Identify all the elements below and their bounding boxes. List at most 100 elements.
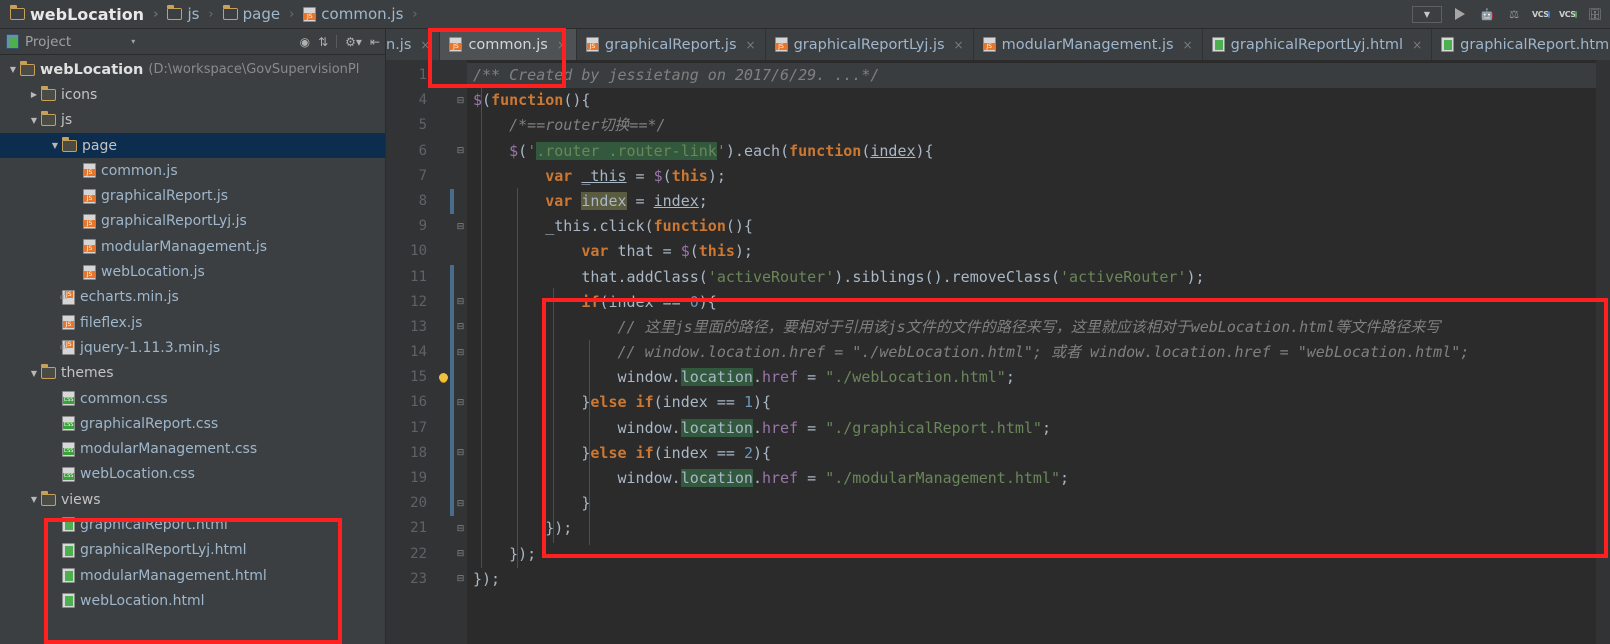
tree-item-jquery-1-11-3-min-js[interactable]: jquery-1.11.3.min.js [0,335,385,360]
chevron-down-icon[interactable]: ▾ [131,37,135,46]
close-icon[interactable]: × [1412,38,1422,52]
code-folding-gutter[interactable]: ⊟ ⊟ ⊟ ⊟ ⊟ ⊟ ⊟ ⊟ ⊟ ⊟ ⊟ ⊟ [454,60,467,644]
breadcrumb-item-page[interactable]: page › [221,5,302,23]
editor-tab-graphicalreportlyj-html[interactable]: graphicalReportLyj.html × [1203,29,1433,60]
intention-gutter[interactable] [436,60,450,644]
tree-item-icons[interactable]: icons [0,82,385,107]
code-line[interactable]: $(function(){ [467,88,1596,113]
code-content[interactable]: /** Created by jessietang on 2017/6/29. … [467,60,1596,644]
code-line[interactable]: /*==router切换==*/ [467,113,1596,138]
tree-item-themes[interactable]: themes [0,361,385,386]
debug-button[interactable]: 🤖 [1478,5,1496,23]
breadcrumb-item-commonjs[interactable]: common.js › [301,5,424,23]
close-icon[interactable]: × [420,38,430,52]
tree-item-page[interactable]: page [0,132,385,159]
collapse-all-icon[interactable]: ⇅ [318,35,328,49]
vcs-history-button[interactable]: 🗄 [1586,5,1604,23]
fold-toggle-icon[interactable]: ⊟ [454,567,467,592]
close-icon[interactable]: × [954,38,964,52]
breadcrumb-item-js[interactable]: js › [165,5,220,23]
fold-toggle-icon[interactable]: ⊟ [454,542,467,567]
editor-tab-graphicalreport-htm[interactable]: graphicalReport.htm [1432,29,1610,60]
code-line[interactable]: }else if(index == 1){ [467,390,1596,415]
tree-item-weblocation[interactable]: webLocation(D:\workspace\GovSupervisionP… [0,57,385,82]
code-line[interactable]: }); [467,567,1596,592]
tree-item-graphicalreportlyj-js[interactable]: graphicalReportLyj.js [0,209,385,234]
hide-panel-icon[interactable]: ⇤ [370,35,380,49]
tree-item-fileflex-js[interactable]: fileflex.js [0,310,385,335]
fold-toggle-icon[interactable]: ⊟ [454,516,467,541]
close-icon[interactable]: × [557,38,567,52]
code-line[interactable]: window.location.href = "./modularManagem… [467,466,1596,491]
tree-item-graphicalreportlyj-html[interactable]: graphicalReportLyj.html [0,538,385,563]
lightbulb-icon[interactable] [436,365,450,390]
tree-item-label: graphicalReportLyj.js [101,213,247,230]
tree-item-echarts-min-js[interactable]: echarts.min.js [0,285,385,310]
tree-item-views[interactable]: views [0,487,385,512]
tree-toggle-down-icon[interactable] [6,65,20,74]
code-line[interactable]: /** Created by jessietang on 2017/6/29. … [467,63,1596,89]
breadcrumb-item-weblocation[interactable]: webLocation › [8,5,165,24]
tree-item-weblocation-html[interactable]: webLocation.html [0,588,385,613]
tree-toggle-down-icon[interactable] [48,141,62,150]
fold-toggle-icon[interactable]: ⊟ [454,88,467,113]
code-line[interactable]: }else if(index == 2){ [467,441,1596,466]
editor-tab-bar[interactable]: n.js×common.js×graphicalReport.js×graphi… [386,29,1610,60]
vcs-commit-button[interactable]: VCS [1559,5,1577,23]
code-line[interactable]: var index = index; [467,189,1596,214]
tree-item-modularmanagement-css[interactable]: modularManagement.css [0,436,385,461]
tree-item-modularmanagement-html[interactable]: modularManagement.html [0,563,385,588]
code-line[interactable]: var _this = $(this); [467,164,1596,189]
code-line[interactable]: window.location.href = "./graphicalRepor… [467,416,1596,441]
code-line[interactable]: $('.router .router-link').each(function(… [467,139,1596,164]
fold-toggle-icon[interactable]: ⊟ [454,340,467,365]
editor-tab-graphicalreportlyj-js[interactable]: graphicalReportLyj.js × [766,29,974,60]
code-token: var [581,242,609,261]
run-button[interactable] [1451,5,1469,23]
code-line[interactable]: window.location.href = "./webLocation.ht… [467,365,1596,390]
code-editor[interactable]: 1 4 5 6 7 8 9 10 11 12 13 14 15 16 17 18 19 20 21 22 23 ⊟ ⊟ ⊟ ⊟… [386,60,1610,644]
fold-toggle-icon[interactable]: ⊟ [454,390,467,415]
vcs-update-button[interactable]: VCS [1532,5,1550,23]
fold-toggle-icon[interactable]: ⊟ [454,214,467,239]
coverage-button[interactable]: ⚖ [1505,5,1523,23]
code-line[interactable]: } [467,491,1596,516]
editor-tab-modularmanagement-js[interactable]: modularManagement.js × [974,29,1203,60]
tree-toggle-down-icon[interactable] [27,369,41,378]
project-tree[interactable]: webLocation(D:\workspace\GovSupervisionP… [0,55,385,644]
code-line[interactable]: // 这里js里面的路径，要相对于引用该js文件的文件的路径来写，这里就应该相对… [467,315,1596,340]
tree-item-js[interactable]: js [0,108,385,133]
fold-toggle-icon[interactable]: ⊟ [454,441,467,466]
fold-toggle-icon[interactable]: ⊟ [454,139,467,164]
tree-item-weblocation-css[interactable]: webLocation.css [0,462,385,487]
tree-item-common-css[interactable]: common.css [0,386,385,411]
close-icon[interactable]: × [1183,38,1193,52]
close-icon[interactable]: × [746,38,756,52]
code-line[interactable]: var that = $(this); [467,239,1596,264]
code-line[interactable]: }); [467,516,1596,541]
fold-toggle-icon[interactable]: ⊟ [454,491,467,516]
tree-item-graphicalreport-html[interactable]: graphicalReport.html [0,512,385,537]
code-line[interactable]: that.addClass('activeRouter').siblings()… [467,265,1596,290]
tree-item-graphicalreport-js[interactable]: graphicalReport.js [0,183,385,208]
editor-tab-common-js[interactable]: common.js × [440,29,577,60]
tree-toggle-down-icon[interactable] [27,495,41,504]
fold-toggle-icon[interactable]: ⊟ [454,290,467,315]
run-configuration-selector[interactable]: ▼ [1412,5,1442,23]
editor-tab-graphicalreport-js[interactable]: graphicalReport.js × [577,29,766,60]
tree-toggle-right-icon[interactable] [27,90,41,99]
editor-tab-n-js[interactable]: n.js × [386,29,441,60]
code-line[interactable]: if(index == 0){ [467,290,1596,315]
code-line[interactable]: // window.location.href = "./webLocation… [467,340,1596,365]
tree-item-graphicalreport-css[interactable]: graphicalReport.css [0,411,385,436]
editor-scrollbar[interactable] [1596,60,1610,644]
tree-item-common-js[interactable]: common.js [0,158,385,183]
code-line[interactable]: _this.click(function(){ [467,214,1596,239]
fold-toggle-icon[interactable]: ⊟ [454,315,467,340]
target-icon[interactable]: ◉ [300,35,310,49]
tree-toggle-down-icon[interactable] [27,116,41,125]
tree-item-weblocation-js[interactable]: webLocation.js [0,259,385,284]
tree-item-modularmanagement-js[interactable]: modularManagement.js [0,234,385,259]
settings-gear-icon[interactable]: ⚙▾ [345,35,362,49]
code-line[interactable]: }); [467,542,1596,567]
